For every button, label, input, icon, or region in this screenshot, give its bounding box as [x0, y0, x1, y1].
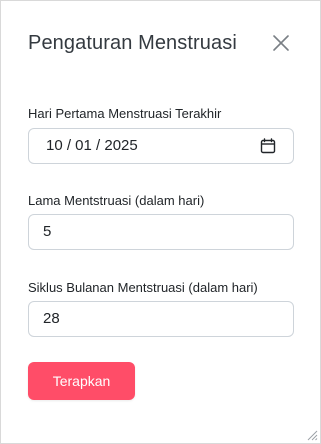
duration-input[interactable]: 5 [28, 214, 294, 250]
cycle-input[interactable]: 28 [28, 301, 294, 337]
close-icon [273, 35, 289, 51]
cycle-label: Siklus Bulanan Mentstruasi (dalam hari) [28, 280, 258, 295]
last-period-label: Hari Pertama Menstruasi Terakhir [28, 106, 222, 121]
resize-grip-icon[interactable] [306, 429, 318, 441]
cycle-value: 28 [43, 310, 60, 327]
close-button[interactable] [270, 32, 292, 54]
modal-title: Pengaturan Menstruasi [28, 32, 237, 54]
modal-header: Pengaturan Menstruasi [28, 29, 296, 59]
duration-value: 5 [43, 223, 52, 240]
last-period-date-value: 10 / 01 / 2025 [46, 137, 138, 154]
settings-modal: Pengaturan Menstruasi Hari Pertama Menst… [0, 0, 321, 444]
calendar-icon[interactable] [260, 138, 276, 154]
apply-button[interactable]: Terapkan [28, 362, 135, 400]
last-period-date-input[interactable]: 10 / 01 / 2025 [28, 128, 294, 164]
duration-label: Lama Mentstruasi (dalam hari) [28, 193, 205, 208]
